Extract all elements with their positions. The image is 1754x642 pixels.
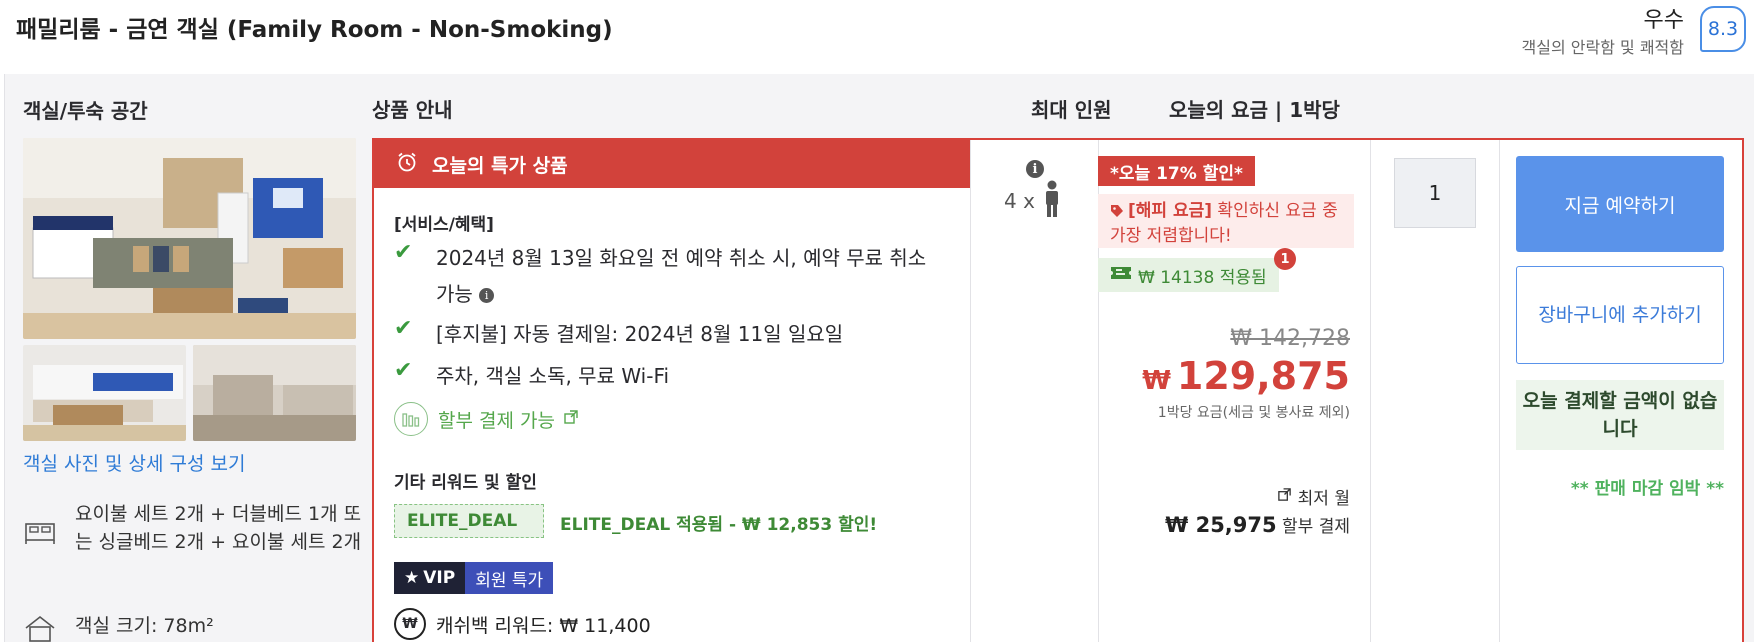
installment-icon bbox=[394, 402, 428, 436]
monthly-suffix: 할부 결제 bbox=[1276, 517, 1350, 537]
installment-label: 할부 결제 가능 bbox=[438, 409, 555, 432]
external-link-icon bbox=[563, 409, 579, 429]
benefit-text: [후지불] 자동 결제일: 2024년 8월 11일 일요일 bbox=[436, 322, 844, 346]
room-title: 패밀리룸 - 금연 객실 (Family Room - Non-Smoking) bbox=[16, 17, 613, 43]
room-photo-main[interactable] bbox=[23, 138, 356, 339]
lowest-monthly-label[interactable]: 최저 월 bbox=[1277, 484, 1350, 509]
vip-member-label: 회원 특가 bbox=[465, 562, 554, 594]
discount-badge: *오늘 17% 할인* bbox=[1098, 156, 1255, 186]
review-score-badge[interactable]: 8.3 bbox=[1700, 6, 1746, 52]
installment-option[interactable]: 할부 결제 가능 bbox=[394, 402, 579, 436]
max-occupancy: 4 x bbox=[1004, 180, 1061, 222]
bed-description: 요이불 세트 2개 + 더블베드 1개 또는 싱글베드 2개 + 요이불 세트 … bbox=[75, 503, 362, 553]
add-to-cart-button[interactable]: 장바구니에 추가하기 bbox=[1516, 266, 1724, 364]
rating-subtitle: 객실의 안락함 및 쾌적함 bbox=[1521, 38, 1684, 57]
divider bbox=[1370, 140, 1371, 642]
vip-badge: ★ VIP 회원 특가 bbox=[394, 562, 554, 594]
book-now-button[interactable]: 지금 예약하기 bbox=[1516, 156, 1724, 252]
alarm-clock-icon bbox=[396, 151, 418, 177]
column-header-room-space: 객실/투숙 공간 bbox=[23, 99, 148, 123]
room-photos-link[interactable]: 객실 사진 및 상세 구성 보기 bbox=[23, 449, 245, 476]
pay-today-note: 오늘 결제할 금액이 없습니다 bbox=[1516, 380, 1724, 450]
person-icon bbox=[1043, 180, 1061, 222]
offer-card: 오늘의 특가 상품 [서비스/혜택] ✔ 2024년 8월 13일 화요일 전 … bbox=[372, 138, 1744, 642]
column-header-product-info: 상품 안내 bbox=[372, 98, 453, 122]
rating-word: 우수 bbox=[1643, 8, 1684, 33]
currency-symbol: ₩ bbox=[1142, 366, 1171, 396]
elite-deal-description: ELITE_DEAL 적용됨 - ₩ 12,853 할인! bbox=[560, 515, 878, 535]
vip-label: ★ VIP bbox=[394, 562, 466, 594]
check-icon: ✔ bbox=[394, 316, 413, 341]
monthly-amount: ₩ 25,975 bbox=[1165, 513, 1277, 537]
rewards-title: 기타 리워드 및 할인 bbox=[394, 473, 537, 493]
daily-deal-label: 오늘의 특가 상품 bbox=[432, 154, 568, 177]
coupon-count-badge: 1 bbox=[1274, 248, 1296, 270]
daily-deal-banner: 오늘의 특가 상품 bbox=[374, 140, 970, 188]
benefit-text: 2024년 8월 13일 화요일 전 예약 취소 시, 예약 무료 취소 가능 … bbox=[436, 246, 927, 306]
star-icon: ★ bbox=[404, 568, 420, 588]
coupon-text: ₩ 14138 적용됨 bbox=[1138, 267, 1267, 288]
bed-info: 요이불 세트 2개 + 더블베드 1개 또는 싱글베드 2개 + 요이불 세트 … bbox=[23, 503, 365, 556]
room-quantity-select[interactable]: 1 bbox=[1394, 158, 1476, 228]
info-icon[interactable]: i bbox=[1026, 160, 1044, 178]
info-icon[interactable]: i bbox=[479, 288, 495, 303]
room-photo-kitchen[interactable] bbox=[23, 345, 186, 441]
occupancy-count: 4 x bbox=[1004, 189, 1035, 213]
discounted-price: ₩129,875 bbox=[1142, 354, 1350, 398]
happy-rate-label: [해피 요금] bbox=[1128, 201, 1213, 221]
cashback-reward: ₩ 캐쉬백 리워드: ₩ 11,400 bbox=[394, 608, 651, 640]
elite-deal-tag: ELITE_DEAL bbox=[394, 504, 544, 538]
services-title: [서비스/혜택] bbox=[394, 215, 494, 235]
price-amount: 129,875 bbox=[1176, 354, 1350, 398]
check-icon: ✔ bbox=[394, 358, 413, 383]
column-header-today-rate: 오늘의 요금 | 1박당 bbox=[1169, 98, 1340, 122]
bed-icon bbox=[23, 514, 57, 556]
divider bbox=[970, 140, 971, 642]
benefit-item: ✔ 2024년 8월 13일 화요일 전 예약 취소 시, 예약 무료 취소 가… bbox=[394, 240, 936, 312]
house-icon bbox=[23, 614, 57, 642]
room-size: 객실 크기: 78m² bbox=[75, 615, 214, 637]
benefit-text: 주차, 객실 소독, 무료 Wi-Fi bbox=[436, 364, 670, 388]
coupon-applied[interactable]: ₩ 14138 적용됨 bbox=[1098, 258, 1279, 292]
monthly-installment: ₩ 25,975 할부 결제 bbox=[1165, 512, 1350, 537]
column-header-max-guests: 최대 인원 bbox=[1031, 98, 1112, 122]
room-header: 패밀리룸 - 금연 객실 (Family Room - Non-Smoking)… bbox=[0, 0, 1754, 74]
per-night-note: 1박당 요금(세금 및 봉사료 제외) bbox=[1157, 405, 1350, 421]
room-photo-living[interactable] bbox=[193, 345, 356, 441]
original-price: ₩ 142,728 bbox=[1230, 326, 1350, 351]
benefit-item: ✔ 주차, 객실 소독, 무료 Wi-Fi bbox=[394, 358, 936, 394]
external-link-icon bbox=[1277, 487, 1292, 507]
divider bbox=[1499, 140, 1500, 642]
cashback-icon: ₩ bbox=[394, 608, 426, 640]
closing-soon-label: ** 판매 마감 임박 ** bbox=[1570, 479, 1724, 499]
happy-rate-notice: [해피 요금] 확인하신 요금 중 가장 저렴합니다! bbox=[1098, 194, 1354, 248]
tag-icon bbox=[1110, 202, 1124, 225]
benefit-item: ✔ [후지불] 자동 결제일: 2024년 8월 11일 일요일 bbox=[394, 316, 936, 352]
ticket-icon bbox=[1110, 265, 1132, 286]
cashback-text: 캐쉬백 리워드: ₩ 11,400 bbox=[436, 614, 651, 637]
check-icon: ✔ bbox=[394, 240, 413, 265]
room-size-info: 객실 크기: 78m² bbox=[23, 614, 365, 642]
